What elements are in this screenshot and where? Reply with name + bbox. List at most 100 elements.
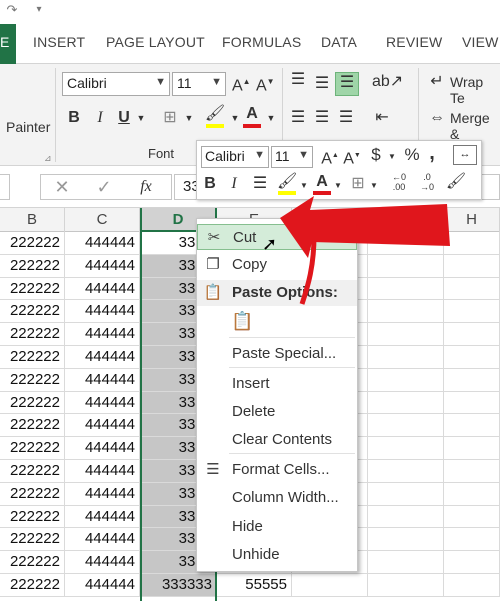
wrap-text-icon[interactable]: ↵ — [428, 72, 446, 92]
chevron-down-icon[interactable]: ▼ — [387, 147, 397, 167]
currency-format-icon[interactable]: $ — [367, 145, 385, 165]
grid-cell[interactable]: 222222 — [0, 574, 65, 597]
grid-cell[interactable] — [368, 482, 444, 506]
grid-cell[interactable] — [292, 574, 368, 597]
grid-cell[interactable] — [444, 482, 500, 506]
font-color-icon[interactable]: A — [242, 104, 262, 128]
grid-cell[interactable] — [368, 368, 444, 392]
grid-cell[interactable] — [444, 300, 500, 324]
grid-cell[interactable] — [444, 277, 500, 301]
grid-cell[interactable] — [368, 574, 444, 597]
grid-cell[interactable]: 222222 — [0, 437, 65, 460]
grid-cell[interactable] — [368, 323, 444, 346]
grid-cell[interactable] — [444, 254, 500, 278]
grid-cell[interactable] — [444, 414, 500, 438]
grid-cell[interactable] — [444, 391, 500, 415]
decrease-font-icon[interactable]: A▼ — [256, 72, 275, 96]
grid-cell[interactable] — [368, 528, 444, 552]
enter-icon[interactable]: ✓ — [91, 177, 117, 197]
percent-style-icon[interactable]: % — [403, 145, 421, 165]
cancel-icon[interactable]: ✕ — [49, 177, 75, 197]
menu-item-clear-contents[interactable]: Clear Contents — [197, 427, 357, 453]
align-center-icon[interactable]: ☰ — [312, 108, 332, 128]
align-right-icon[interactable]: ☰ — [336, 108, 356, 128]
grid-cell[interactable]: 222222 — [0, 505, 65, 529]
fill-color-icon[interactable]: 🖌 — [204, 104, 226, 128]
grid-cell[interactable] — [444, 232, 500, 255]
grid-cell[interactable]: 444444 — [65, 437, 140, 460]
font-size-combo[interactable]: 11 ▼ — [172, 72, 226, 96]
mini-font-name-combo[interactable]: Calibri ▼ — [201, 146, 269, 168]
paste-clipboard-icon[interactable]: 📋 — [231, 311, 253, 331]
customize-qat-icon[interactable]: ▾ — [32, 0, 46, 20]
tab-insert[interactable]: INSERT — [33, 34, 85, 50]
comma-style-icon[interactable]: , — [425, 143, 439, 163]
borders-icon[interactable]: ⊞ — [160, 108, 180, 128]
align-bottom-icon[interactable]: ☰ — [335, 72, 359, 96]
grid-cell[interactable] — [368, 551, 444, 574]
grid-cell[interactable]: 444444 — [65, 551, 140, 574]
grid-cell[interactable]: 222222 — [0, 232, 65, 255]
grid-cell[interactable] — [444, 323, 500, 346]
tab-home[interactable]: E — [0, 24, 16, 64]
grid-cell[interactable] — [368, 437, 444, 460]
grid-cell[interactable] — [444, 551, 500, 574]
mini-italic-button[interactable]: I — [229, 174, 239, 194]
grid-cell[interactable]: 444444 — [65, 323, 140, 346]
wrap-text-button[interactable]: Wrap Te — [450, 74, 500, 106]
indent-icon[interactable]: ⇤ — [372, 108, 392, 128]
insert-function-icon[interactable]: fx — [133, 177, 159, 197]
grid-cell[interactable]: 222222 — [0, 528, 65, 552]
grid-cell[interactable] — [444, 505, 500, 529]
grid-cell[interactable]: 444444 — [65, 368, 140, 392]
mini-borders-icon[interactable]: ⊞ — [349, 174, 367, 194]
grid-cell[interactable]: 444444 — [65, 391, 140, 415]
format-painter-label[interactable]: Painter — [6, 119, 50, 135]
chevron-down-icon[interactable]: ▼ — [136, 108, 146, 128]
grid-cell[interactable]: 444444 — [65, 346, 140, 369]
grid-cell[interactable]: 444444 — [65, 277, 140, 301]
grid-cell[interactable] — [444, 528, 500, 552]
chevron-down-icon[interactable]: ▼ — [266, 108, 276, 128]
tab-review[interactable]: REVIEW — [386, 34, 442, 50]
tab-data[interactable]: DATA — [321, 34, 357, 50]
column-header-h[interactable]: H — [444, 208, 500, 232]
menu-item-unhide[interactable]: Unhide — [197, 542, 357, 568]
italic-button[interactable]: I — [94, 108, 106, 128]
grid-cell[interactable]: 55555 — [217, 574, 292, 597]
mini-decrease-font-icon[interactable]: A▼ — [343, 146, 361, 169]
mini-increase-font-icon[interactable]: A▲ — [321, 146, 339, 169]
grid-cell[interactable] — [444, 460, 500, 483]
merge-center-icon[interactable]: ↔ — [453, 145, 477, 165]
mini-font-size-combo[interactable]: 11 ▼ — [271, 146, 313, 168]
merge-center-button[interactable]: Merge & — [450, 110, 500, 142]
font-name-combo[interactable]: Calibri ▼ — [62, 72, 170, 96]
grid-cell[interactable]: 222222 — [0, 414, 65, 438]
tab-page-layout[interactable]: PAGE LAYOUT — [106, 34, 205, 50]
grid-cell[interactable] — [368, 414, 444, 438]
grid-cell[interactable]: 444444 — [65, 505, 140, 529]
grid-cell[interactable] — [444, 574, 500, 597]
grid-cell[interactable]: 444444 — [65, 254, 140, 278]
format-painter-icon[interactable]: 🖌 — [445, 172, 467, 192]
menu-item-paste-special[interactable]: Paste Special... — [197, 341, 357, 367]
grid-cell[interactable]: 222222 — [0, 460, 65, 483]
column-header-c[interactable]: C — [65, 208, 140, 232]
increase-font-icon[interactable]: A▲ — [232, 72, 251, 96]
align-left-icon[interactable]: ☰ — [288, 108, 308, 128]
grid-cell[interactable]: 222222 — [0, 346, 65, 369]
grid-cell[interactable]: 222222 — [0, 254, 65, 278]
align-top-icon[interactable]: ☰ — [288, 70, 308, 90]
menu-item-delete[interactable]: Delete — [197, 399, 357, 425]
chevron-down-icon[interactable]: ▼ — [299, 176, 309, 196]
mini-bold-button[interactable]: B — [203, 174, 217, 194]
mini-fill-color-icon[interactable]: 🖌 — [277, 172, 297, 195]
menu-item-paste-button[interactable]: 📋 — [197, 305, 357, 339]
grid-cell[interactable]: 222222 — [0, 368, 65, 392]
grid-cell[interactable]: 222222 — [0, 323, 65, 346]
orientation-icon[interactable]: ab↗ — [372, 72, 403, 92]
grid-cell[interactable] — [444, 437, 500, 460]
chevron-down-icon[interactable]: ▼ — [184, 108, 194, 128]
menu-item-format-cells[interactable]: ☰ Format Cells... — [197, 457, 357, 483]
menu-item-column-width[interactable]: Column Width... — [197, 485, 357, 511]
